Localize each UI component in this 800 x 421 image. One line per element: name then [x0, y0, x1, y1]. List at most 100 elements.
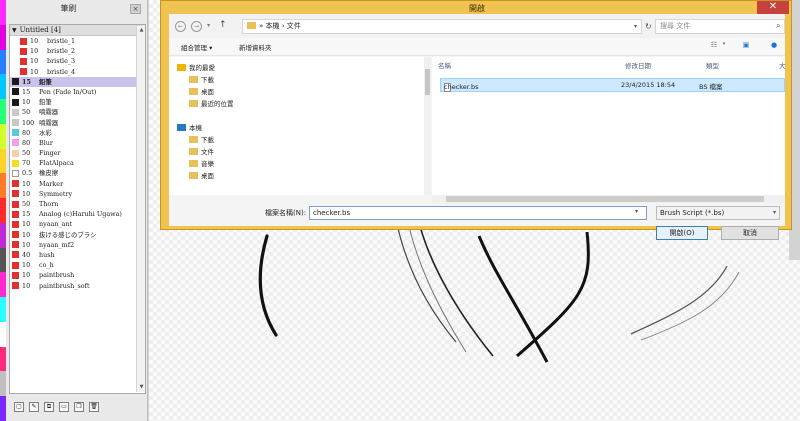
brush-row[interactable]: 50 Thorn: [10, 199, 145, 209]
brush-row[interactable]: 70 FlatAlpaca: [10, 158, 145, 168]
brush-row[interactable]: 10 nyaan_mf2: [10, 240, 145, 250]
new-folder-button[interactable]: 新增資料夾: [239, 42, 272, 52]
file-list-hscrollbar[interactable]: [432, 195, 785, 203]
nav-item[interactable]: 文件: [189, 147, 214, 157]
brush-size: 50: [22, 200, 31, 208]
brush-size: 100: [22, 118, 35, 127]
nav-item[interactable]: 桌面: [189, 87, 214, 97]
brush-row[interactable]: 10 Symmetry: [10, 189, 145, 199]
cancel-button[interactable]: 取消: [721, 226, 779, 240]
preview-pane-icon[interactable]: ▣: [741, 41, 751, 51]
filename-dropdown-icon[interactable]: ▾: [635, 208, 638, 215]
file-row[interactable]: checker.bs 23/4/2015 18:54 BS 檔案: [440, 78, 785, 92]
brush-row[interactable]: 10 鉛筆: [10, 97, 145, 107]
brush-name: 噴霧器: [39, 108, 59, 117]
dialog-close-button[interactable]: ✕: [757, 1, 789, 14]
brush-row[interactable]: 0.5 橡皮擦: [10, 168, 145, 178]
brush-row[interactable]: 10 nyaan_ant: [10, 219, 145, 229]
brush-group-header[interactable]: ▼ Untitled [4]: [10, 25, 145, 36]
up-button[interactable]: ↑: [219, 20, 227, 30]
nav-item[interactable]: 桌面: [189, 171, 214, 181]
brush-row[interactable]: 15 鉛筆: [10, 76, 145, 87]
nav-item[interactable]: 下載: [189, 75, 214, 85]
address-input[interactable]: » 本機 › 文件: [242, 19, 642, 34]
nav-scrollbar[interactable]: [424, 57, 431, 195]
brush-name: 噴霧器: [39, 118, 59, 127]
back-button[interactable]: ←: [175, 21, 186, 32]
brush-row[interactable]: 10 bristle_4: [10, 67, 145, 77]
brush-row[interactable]: 80 Blur: [10, 138, 145, 148]
new-brush-icon[interactable]: ▢: [14, 402, 24, 412]
view-options-icon[interactable]: ☷: [709, 41, 719, 51]
brush-row[interactable]: 50 噴霧器: [10, 107, 145, 117]
brush-panel-close-button[interactable]: ×: [130, 4, 141, 14]
nav-item[interactable]: 我的最愛: [177, 63, 215, 73]
brush-row[interactable]: 10 抜ける感じのブラシ: [10, 230, 145, 240]
nav-item[interactable]: 本機: [177, 123, 202, 133]
brush-row[interactable]: 80 水彩: [10, 128, 145, 138]
brush-size: 0.5: [22, 169, 33, 178]
open-button[interactable]: 開啟(O): [656, 226, 708, 240]
filetype-select[interactable]: Brush Script (*.bs) ▾: [656, 206, 780, 220]
address-path: » 本機 › 文件: [259, 22, 301, 30]
brush-name: hush: [39, 250, 55, 259]
brush-list-scrollbar[interactable]: ▲ ▼: [136, 26, 145, 392]
brush-color-swatch: [12, 220, 19, 228]
brush-name: 抜ける感じのブラシ: [39, 230, 97, 239]
brush-row[interactable]: 10 paintbrush: [10, 270, 145, 280]
brush-name: Marker: [39, 179, 64, 188]
forward-button[interactable]: →: [191, 21, 202, 32]
brush-row[interactable]: 10 bristle_3: [10, 56, 145, 66]
brush-group-label: Untitled [4]: [19, 26, 61, 34]
scroll-up-icon[interactable]: ▲: [137, 26, 145, 35]
nav-item[interactable]: 最近的位置: [189, 99, 234, 109]
brush-row[interactable]: 50 Finger: [10, 148, 145, 158]
column-header-type[interactable]: 類型: [706, 60, 719, 70]
stroke: [406, 217, 467, 353]
brush-color-swatch: [12, 119, 19, 126]
brush-row[interactable]: 10 paintbrush_soft: [10, 281, 145, 291]
filename-label: 檔案名稱(N):: [265, 209, 307, 217]
download-folder-icon: [189, 136, 198, 143]
history-dropdown-icon[interactable]: ▾: [207, 22, 210, 29]
brush-color-swatch: [20, 68, 27, 76]
edit-brush-icon[interactable]: ✎: [29, 402, 39, 412]
brush-color-swatch: [12, 180, 19, 188]
brush-row[interactable]: 100 噴霧器: [10, 118, 145, 128]
column-header-size[interactable]: 大: [779, 60, 786, 70]
brush-name: 鉛筆: [39, 77, 52, 86]
brush-row[interactable]: 10 Marker: [10, 179, 145, 189]
hscroll-thumb[interactable]: [446, 196, 764, 202]
brush-row[interactable]: 10 bristle_1: [10, 36, 145, 46]
collapse-triangle-icon[interactable]: ▼: [12, 27, 17, 34]
column-header-name[interactable]: 名稱: [438, 60, 451, 70]
documents-folder-icon: [189, 148, 198, 155]
brush-color-swatch: [12, 108, 19, 116]
search-icon[interactable]: ⌕: [776, 21, 780, 31]
brush-color-swatch: [12, 139, 19, 147]
scroll-down-icon[interactable]: ▼: [137, 383, 145, 392]
brush-color-swatch: [12, 190, 19, 198]
brush-name: Symmetry: [39, 189, 73, 198]
nav-item[interactable]: 下載: [189, 135, 214, 145]
folder-icon[interactable]: ▭: [59, 402, 69, 412]
filetype-dropdown-icon[interactable]: ▾: [773, 207, 776, 219]
help-icon[interactable]: ●: [769, 41, 779, 51]
nav-item[interactable]: 音樂: [189, 159, 214, 169]
column-header-modified[interactable]: 修改日期: [625, 60, 651, 70]
delete-icon[interactable]: 🗑: [89, 402, 99, 412]
address-dropdown-icon[interactable]: ▾: [634, 19, 637, 34]
brush-row[interactable]: 15 Analog (c)Haruhi Ugawa): [10, 209, 145, 219]
brush-row[interactable]: 40 hush: [10, 250, 145, 260]
filename-input[interactable]: checker.bs: [309, 206, 647, 220]
brush-row[interactable]: 10 bristle_2: [10, 46, 145, 56]
nav-scroll-thumb[interactable]: [425, 69, 430, 95]
organize-button[interactable]: 組合管理 ▾: [181, 42, 212, 52]
refresh-icon[interactable]: ↻: [645, 19, 652, 34]
brush-row[interactable]: 10 co_h: [10, 260, 145, 270]
duplicate-icon[interactable]: ❐: [74, 402, 84, 412]
copy-brush-icon[interactable]: ⧉: [44, 402, 54, 412]
view-dropdown-icon[interactable]: ▾: [719, 41, 729, 51]
brush-row[interactable]: 15 Pen (Fade In/Out): [10, 87, 145, 97]
search-input[interactable]: 搜尋 文件: [655, 19, 785, 34]
